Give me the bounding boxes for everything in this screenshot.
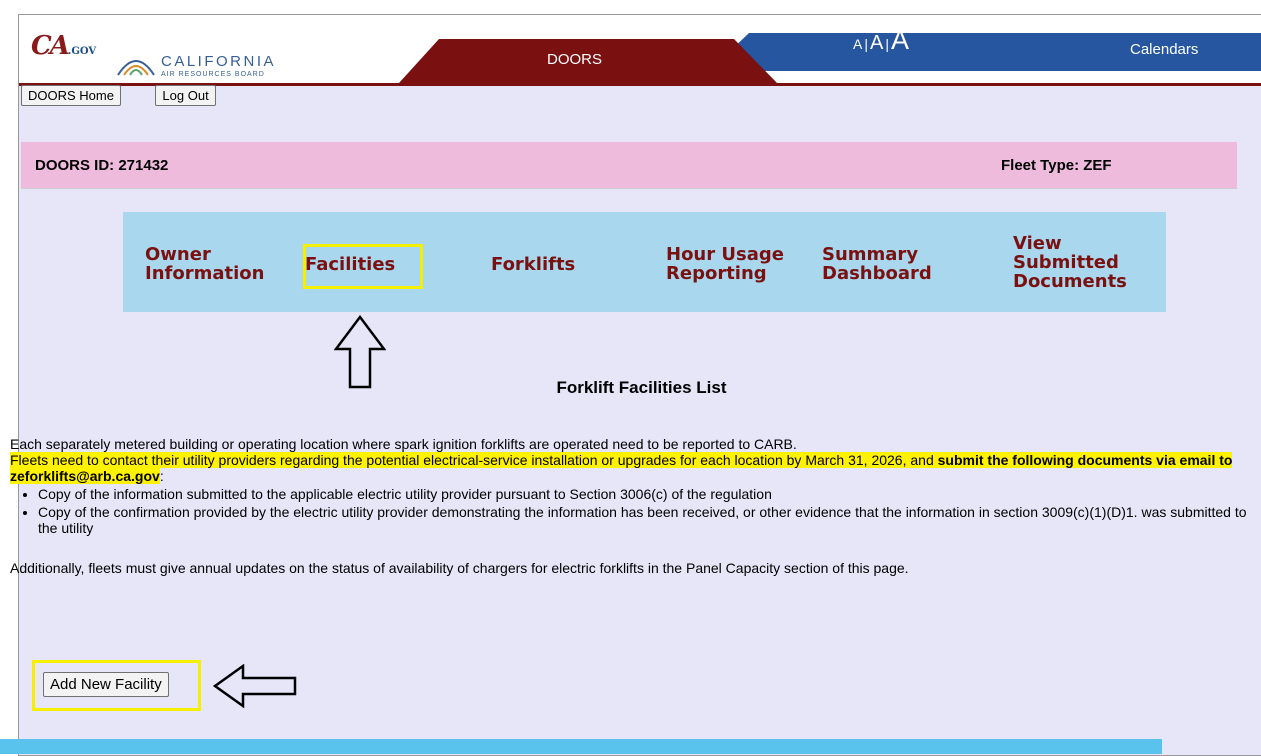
nav-summary-dashboard[interactable]: Summary Dashboard xyxy=(822,245,932,283)
font-medium-button[interactable]: A xyxy=(870,32,883,54)
font-large-button[interactable]: A xyxy=(891,25,909,55)
nav-label: Submitted xyxy=(1013,252,1119,273)
font-separator: | xyxy=(885,36,889,52)
highlight-paragraph: Fleets need to contact their utility pro… xyxy=(10,452,1250,484)
nav-forklifts[interactable]: Forklifts xyxy=(491,255,575,274)
nav-label: View xyxy=(1013,233,1062,254)
calendars-link[interactable]: Calendars xyxy=(1130,41,1198,58)
nav-label: Forklifts xyxy=(491,254,576,275)
intro-text: Each separately metered building or oper… xyxy=(10,436,797,452)
nav-owner-information[interactable]: Owner Information xyxy=(145,245,264,283)
nav-label: Documents xyxy=(1013,271,1127,292)
add-facility-row: Add New Facility xyxy=(43,672,169,697)
nav-label: Reporting xyxy=(666,263,767,284)
fleet-type: Fleet Type: ZEF xyxy=(1001,157,1112,174)
arb-arc-icon xyxy=(117,60,155,76)
doors-tab[interactable]: DOORS xyxy=(399,39,799,83)
ca-logo-text: CA xyxy=(31,31,70,61)
list-item: Copy of the confirmation provided by the… xyxy=(38,504,1250,536)
ca-logo-sub: .GOV xyxy=(67,46,97,57)
doors-tab-label: DOORS xyxy=(547,51,603,68)
bottom-bar xyxy=(0,739,1162,754)
nav-label: Information xyxy=(145,263,265,284)
id-bar: DOORS ID: 271432 Fleet Type: ZEF xyxy=(21,142,1237,189)
doors-id: DOORS ID: 271432 xyxy=(35,157,169,174)
highlight-text: Fleets need to contact their utility pro… xyxy=(10,452,938,468)
nav-label: Hour Usage xyxy=(666,244,784,265)
arb-logo[interactable]: CALIFORNIA AIR RESOURCES BOARD xyxy=(116,51,301,79)
font-separator: | xyxy=(864,36,868,52)
top-button-bar: DOORS Home Log Out xyxy=(21,85,216,106)
additional-text: Additionally, fleets must give annual up… xyxy=(10,560,909,576)
ca-gov-logo[interactable]: CA.GOV xyxy=(31,31,96,61)
page-title: Forklift Facilities List xyxy=(556,378,727,397)
nav-view-submitted-documents[interactable]: View Submitted Documents xyxy=(1013,234,1127,291)
required-documents-list: Copy of the information submitted to the… xyxy=(10,486,1250,536)
font-small-button[interactable]: A xyxy=(853,36,862,52)
main-nav: Owner Information Facilities Forklifts H… xyxy=(123,212,1166,312)
facilities-highlight-box xyxy=(303,244,423,289)
doors-home-button[interactable]: DOORS Home xyxy=(21,85,121,106)
nav-hour-usage-reporting[interactable]: Hour Usage Reporting xyxy=(666,245,784,283)
nav-label: Summary xyxy=(822,244,919,265)
instructions: Each separately metered building or oper… xyxy=(10,436,1250,576)
arb-name: CALIFORNIA xyxy=(161,53,277,70)
arb-subtitle: AIR RESOURCES BOARD xyxy=(161,71,265,78)
font-size-selector: A | A |A xyxy=(853,25,909,56)
list-item: Copy of the information submitted to the… xyxy=(38,486,1250,502)
nav-label: Dashboard xyxy=(822,263,932,284)
nav-label: Owner xyxy=(145,244,211,265)
colon-text: : xyxy=(159,468,164,484)
logout-button[interactable]: Log Out xyxy=(155,85,216,106)
left-arrow-icon xyxy=(213,664,297,708)
add-new-facility-button[interactable]: Add New Facility xyxy=(43,672,169,697)
site-header: CA.GOV CALIFORNIA AIR RESOURCES BOARD DO… xyxy=(19,15,1261,86)
